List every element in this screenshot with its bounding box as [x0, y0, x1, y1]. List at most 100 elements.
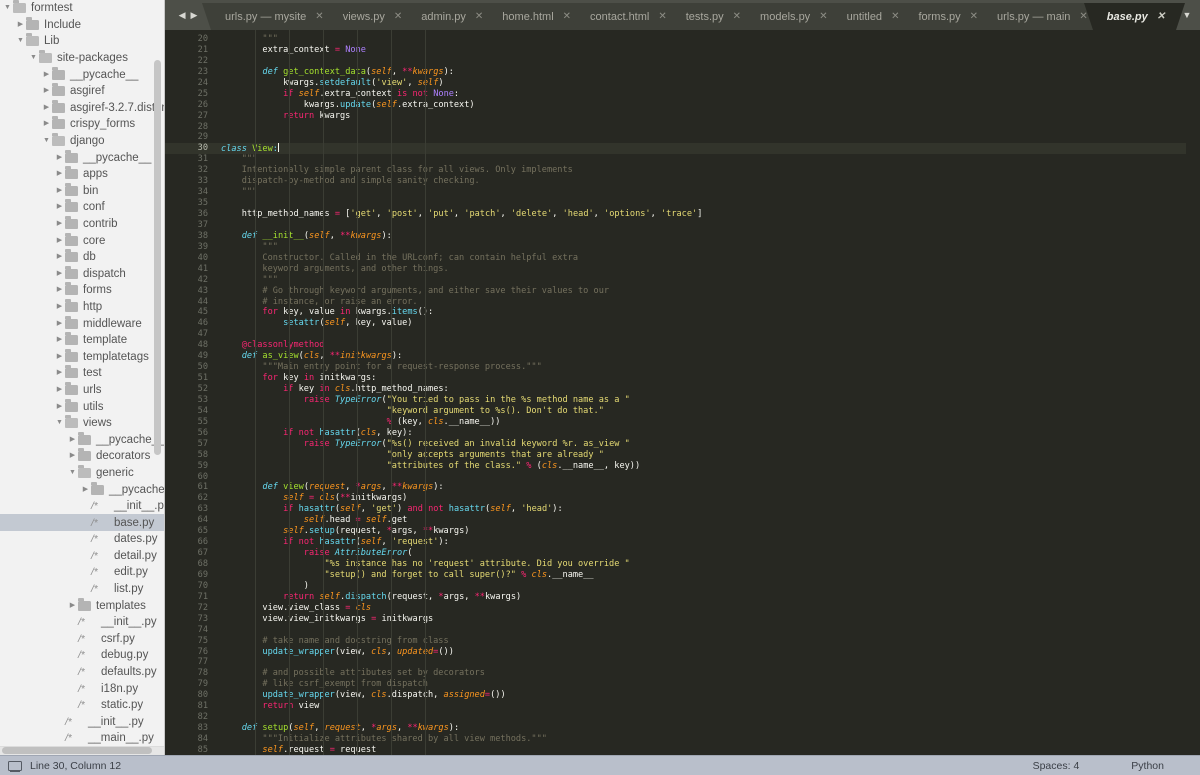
code-line[interactable]: "attributes of the class." % (cls.__name… [217, 461, 1200, 472]
tree-folder-item[interactable]: utils [0, 398, 164, 415]
code-line[interactable] [217, 472, 1200, 483]
disclosure-closed-icon[interactable] [54, 233, 65, 249]
disclosure-open-icon[interactable] [28, 50, 39, 66]
code-line[interactable]: for key in initkwargs: [217, 373, 1200, 384]
tree-folder-item[interactable]: db [0, 249, 164, 266]
code-line[interactable]: if not hasattr(cls, key): [217, 428, 1200, 439]
tree-file-item[interactable]: /* __init__.py [0, 614, 164, 631]
disclosure-closed-icon[interactable] [54, 349, 65, 365]
disclosure-closed-icon[interactable] [67, 448, 78, 464]
tree-folder-item[interactable]: http [0, 298, 164, 316]
tree-folder-item[interactable]: Include [0, 16, 164, 34]
code-line[interactable]: view.view_initkwargs = initkwargs [217, 614, 1200, 625]
code-line[interactable] [217, 712, 1200, 723]
code-line[interactable]: "keyword argument to %s(). Don't do that… [217, 406, 1200, 417]
tree-file-item[interactable]: /* i18n.py [0, 680, 164, 697]
editor-tab[interactable]: urls.py — main✕ [974, 3, 1108, 30]
tree-file-item[interactable]: /* __main__.py [0, 730, 164, 747]
code-line[interactable]: return self.dispatch(request, *args, **k… [217, 592, 1200, 603]
code-editor-pane[interactable]: 20 21 22 23 24 25 26 27 28 29 30 31 32 33 34 35 36 37 38 39… [165, 30, 1200, 755]
code-lines[interactable]: """ extra_context = None def get_context… [217, 34, 1200, 755]
tree-folder-item[interactable]: generic [0, 464, 164, 482]
code-line[interactable] [217, 220, 1200, 231]
code-line[interactable]: self = cls(**initkwargs) [217, 493, 1200, 504]
sidebar-vertical-scrollbar[interactable] [154, 60, 161, 455]
tree-folder-item[interactable]: templates [0, 597, 164, 614]
code-line[interactable] [217, 122, 1200, 133]
code-line[interactable]: return view [217, 701, 1200, 712]
disclosure-closed-icon[interactable] [54, 399, 65, 415]
code-line[interactable] [217, 56, 1200, 67]
code-line[interactable]: def view(request, *args, **kwargs): [217, 482, 1200, 493]
code-line[interactable]: http_method_names = ['get', 'post', 'put… [217, 209, 1200, 220]
disclosure-closed-icon[interactable] [54, 332, 65, 348]
tree-file-item[interactable]: /* __init__.py [0, 714, 164, 731]
disclosure-closed-icon[interactable] [54, 316, 65, 332]
disclosure-closed-icon[interactable] [41, 83, 52, 99]
tree-folder-item[interactable]: decorators [0, 448, 164, 465]
code-line[interactable]: self.setup(request, *args, **kwargs) [217, 526, 1200, 537]
sidebar-horizontal-scrollbar-track[interactable] [0, 746, 164, 755]
code-line[interactable]: if self.extra_context is not None: [217, 89, 1200, 100]
tree-file-item[interactable]: /* dates.py [0, 531, 164, 548]
disclosure-closed-icon[interactable] [67, 598, 78, 614]
disclosure-closed-icon[interactable] [54, 382, 65, 398]
disclosure-closed-icon[interactable] [41, 100, 52, 116]
tree-file-item[interactable]: /* list.py [0, 581, 164, 598]
tree-folder-item[interactable]: site-packages [0, 50, 164, 67]
indentation-label[interactable]: Spaces: 4 [1033, 760, 1080, 772]
code-line[interactable]: def get_context_data(self, **kwargs): [217, 67, 1200, 78]
cursor-position-label[interactable]: Line 30, Column 12 [30, 760, 121, 772]
tree-folder-item[interactable]: django [0, 133, 164, 150]
disclosure-open-icon[interactable] [67, 465, 78, 481]
tree-folder-item[interactable]: crispy_forms [0, 116, 164, 133]
disclosure-closed-icon[interactable] [41, 67, 52, 83]
code-line[interactable]: class View: [217, 143, 1200, 154]
tree-folder-item[interactable]: Lib [0, 33, 164, 50]
sidebar-horizontal-scrollbar-thumb[interactable] [2, 747, 152, 754]
code-line[interactable]: raise TypeError("%s() received an invali… [217, 439, 1200, 450]
code-line[interactable]: # Go through keyword arguments, and eith… [217, 286, 1200, 297]
code-line[interactable]: """ [217, 275, 1200, 286]
code-line[interactable]: extra_context = None [217, 45, 1200, 56]
code-line[interactable]: # and possible attributes set by decorat… [217, 668, 1200, 679]
tree-folder-item[interactable]: asgiref-3.2.7.dist-info [0, 99, 164, 117]
tree-folder-item[interactable]: __pycache__ [0, 149, 164, 166]
code-line[interactable]: raise AttributeError( [217, 548, 1200, 559]
code-line[interactable]: """Initialize attributes shared by all v… [217, 734, 1200, 745]
tree-file-item[interactable]: /* static.py [0, 697, 164, 714]
tree-folder-item[interactable]: test [0, 365, 164, 382]
code-line[interactable]: "only accepts arguments that are already… [217, 450, 1200, 461]
tree-file-item[interactable]: /* detail.py [0, 548, 164, 565]
disclosure-closed-icon[interactable] [54, 249, 65, 265]
tree-folder-item[interactable]: bin [0, 182, 164, 200]
disclosure-closed-icon[interactable] [41, 116, 52, 132]
code-line[interactable]: ) [217, 581, 1200, 592]
code-line[interactable]: if not hasattr(self, 'request'): [217, 537, 1200, 548]
code-line[interactable] [217, 657, 1200, 668]
tree-folder-item[interactable]: forms [0, 282, 164, 299]
disclosure-closed-icon[interactable] [54, 299, 65, 315]
code-line[interactable]: % (key, cls.__name__)) [217, 417, 1200, 428]
editor-tab[interactable]: urls.py — mysite✕ [202, 3, 344, 30]
code-line[interactable]: # instance, or raise an error. [217, 297, 1200, 308]
disclosure-closed-icon[interactable] [54, 266, 65, 282]
disclosure-closed-icon[interactable] [15, 17, 26, 33]
code-line[interactable]: for key, value in kwargs.items(): [217, 307, 1200, 318]
code-line[interactable] [217, 132, 1200, 143]
sidebar-toggle-icon[interactable] [8, 760, 22, 773]
disclosure-closed-icon[interactable] [67, 432, 78, 448]
code-line[interactable]: def setup(self, request, *args, **kwargs… [217, 723, 1200, 734]
disclosure-open-icon[interactable] [2, 0, 13, 16]
code-line[interactable] [217, 329, 1200, 340]
code-line[interactable]: kwargs.setdefault('view', self) [217, 78, 1200, 89]
tree-folder-item[interactable]: formtest [0, 0, 164, 17]
code-line[interactable]: # take name and docstring from class [217, 636, 1200, 647]
code-content[interactable]: """ extra_context = None def get_context… [217, 30, 1200, 755]
tree-folder-item[interactable]: __pycache__ [0, 481, 164, 498]
tree-file-item[interactable]: /* edit.py [0, 564, 164, 581]
tree-file-item[interactable]: /* debug.py [0, 647, 164, 664]
tree-folder-item[interactable]: core [0, 232, 164, 249]
code-line[interactable] [217, 198, 1200, 209]
tree-folder-item[interactable]: apps [0, 166, 164, 183]
